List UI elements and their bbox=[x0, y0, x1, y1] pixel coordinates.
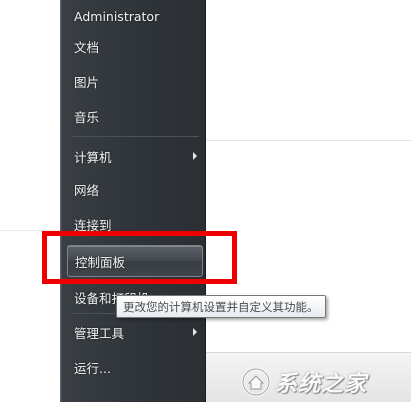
menu-item-admin-tools[interactable]: 管理工具 bbox=[67, 316, 203, 348]
submenu-arrow-icon bbox=[193, 328, 197, 336]
menu-separator bbox=[71, 136, 199, 137]
menu-item-label: Administrator bbox=[74, 8, 160, 24]
menu-item-computer[interactable]: 计算机 bbox=[67, 140, 203, 172]
start-menu-right-pane: Administrator 文档 图片 音乐 计算机 网络 连接到 控制面板 设… bbox=[60, 0, 206, 402]
window-edge-line bbox=[205, 140, 411, 141]
menu-item-label: 计算机 bbox=[74, 149, 112, 165]
menu-item-label: 音乐 bbox=[74, 109, 100, 125]
menu-item-label: 文档 bbox=[74, 39, 100, 55]
tooltip-text: 更改您的计算机设置并自定义其功能。 bbox=[123, 299, 319, 314]
menu-item-user[interactable]: Administrator bbox=[67, 0, 203, 32]
menu-item-run[interactable]: 运行... bbox=[67, 351, 203, 383]
menu-item-label: 图片 bbox=[74, 74, 100, 90]
menu-item-music[interactable]: 音乐 bbox=[67, 100, 203, 132]
house-logo-icon bbox=[241, 367, 271, 397]
menu-item-documents[interactable]: 文档 bbox=[67, 30, 203, 62]
watermark-text: 系统之家 bbox=[275, 372, 368, 397]
desktop-right-area bbox=[205, 0, 411, 402]
menu-item-network[interactable]: 网络 bbox=[67, 173, 203, 205]
red-highlight-annotation bbox=[42, 231, 237, 284]
menu-item-label: 管理工具 bbox=[74, 325, 125, 341]
menu-item-label: 运行... bbox=[74, 360, 111, 376]
site-watermark: 系统之家 bbox=[241, 364, 367, 400]
desktop-left-area bbox=[0, 0, 60, 402]
submenu-arrow-icon bbox=[193, 152, 197, 160]
menu-item-pictures[interactable]: 图片 bbox=[67, 65, 203, 97]
menu-item-label: 网络 bbox=[74, 182, 100, 198]
control-panel-tooltip: 更改您的计算机设置并自定义其功能。 bbox=[116, 295, 326, 318]
